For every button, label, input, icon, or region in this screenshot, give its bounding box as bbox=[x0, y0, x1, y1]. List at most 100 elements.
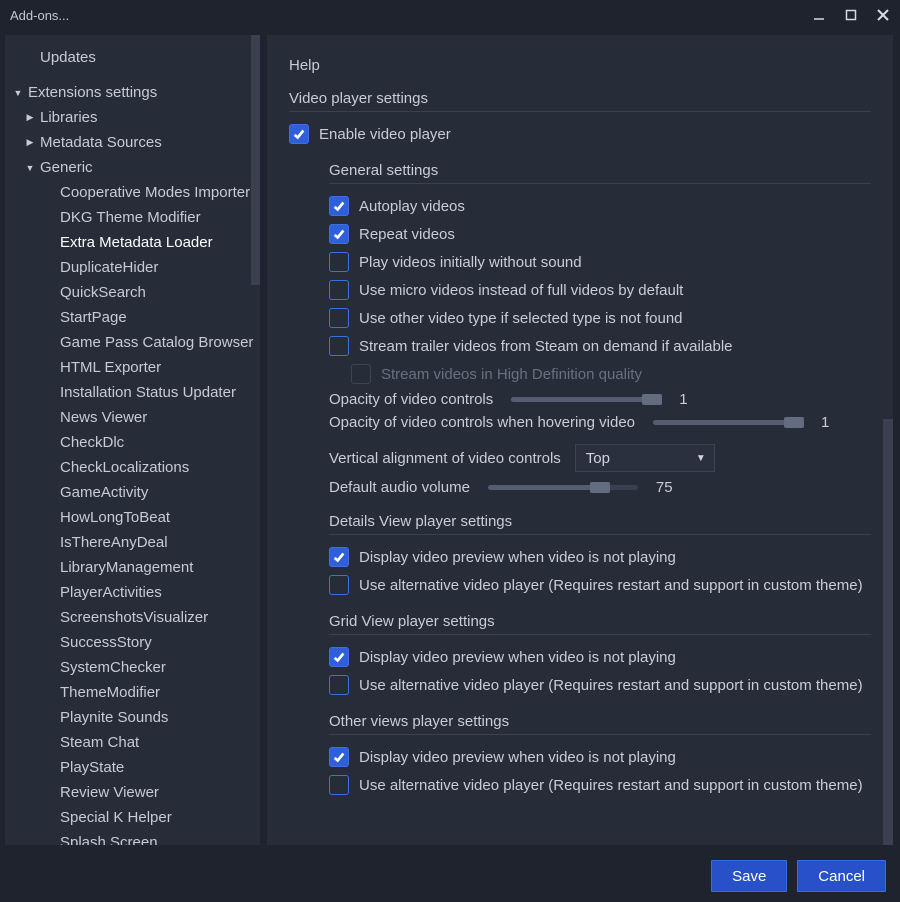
divider bbox=[289, 111, 871, 112]
slider-thumb[interactable] bbox=[590, 482, 610, 493]
checkbox-details-alt[interactable] bbox=[329, 575, 349, 595]
checkbox-autoplay[interactable] bbox=[329, 196, 349, 216]
row-stream-trailer: Stream trailer videos from Steam on dema… bbox=[329, 332, 871, 360]
row-default-volume: Default audio volume 75 bbox=[329, 476, 871, 499]
scrollbar-thumb[interactable] bbox=[883, 419, 893, 845]
sidebar-label: DuplicateHider bbox=[60, 259, 158, 276]
select-vertical-align[interactable]: Top ▼ bbox=[575, 444, 715, 472]
save-button[interactable]: Save bbox=[711, 860, 787, 892]
window-controls bbox=[810, 6, 892, 24]
close-button[interactable] bbox=[874, 6, 892, 24]
row-stream-hd: Stream videos in High Definition quality bbox=[329, 360, 871, 388]
sidebar-label: ScreenshotsVisualizer bbox=[60, 609, 208, 626]
row-other-type: Use other video type if selected type is… bbox=[329, 304, 871, 332]
sidebar-item-generic-child[interactable]: DuplicateHider bbox=[5, 255, 260, 280]
sidebar-item-generic-child[interactable]: QuickSearch bbox=[5, 280, 260, 305]
checkbox-micro-videos[interactable] bbox=[329, 280, 349, 300]
sidebar-item-generic-child[interactable]: CheckLocalizations bbox=[5, 455, 260, 480]
checkbox-other-type[interactable] bbox=[329, 308, 349, 328]
sidebar-item-generic-child[interactable]: HowLongToBeat bbox=[5, 505, 260, 530]
label-default-volume: Default audio volume bbox=[329, 479, 470, 496]
label-grid-preview: Display video preview when video is not … bbox=[359, 649, 676, 666]
sidebar-item-generic-child[interactable]: DKG Theme Modifier bbox=[5, 205, 260, 230]
window-title: Add-ons... bbox=[10, 8, 69, 23]
checkbox-grid-alt[interactable] bbox=[329, 675, 349, 695]
sidebar-label: HTML Exporter bbox=[60, 359, 161, 376]
sidebar-item-generic-child[interactable]: SystemChecker bbox=[5, 655, 260, 680]
section-other-views: Other views player settings bbox=[329, 713, 871, 730]
sidebar-label: ThemeModifier bbox=[60, 684, 160, 701]
maximize-button[interactable] bbox=[842, 6, 860, 24]
sidebar-label: GameActivity bbox=[60, 484, 148, 501]
label-autoplay: Autoplay videos bbox=[359, 198, 465, 215]
sidebar-item-generic-child[interactable]: News Viewer bbox=[5, 405, 260, 430]
sidebar-label: CheckDlc bbox=[60, 434, 124, 451]
slider-thumb[interactable] bbox=[784, 417, 804, 428]
label-details-preview: Display video preview when video is not … bbox=[359, 549, 676, 566]
sidebar-item-libraries[interactable]: ▶Libraries bbox=[5, 105, 260, 130]
sidebar-label: Special K Helper bbox=[60, 809, 172, 826]
checkbox-repeat[interactable] bbox=[329, 224, 349, 244]
slider-opacity[interactable] bbox=[511, 397, 661, 402]
sidebar-item-generic-child[interactable]: PlayerActivities bbox=[5, 580, 260, 605]
sidebar-item-generic-child[interactable]: ScreenshotsVisualizer bbox=[5, 605, 260, 630]
sidebar-item-generic-child[interactable]: SuccessStory bbox=[5, 630, 260, 655]
slider-thumb[interactable] bbox=[642, 394, 662, 405]
sidebar-item-metadata-sources[interactable]: ▶ Metadata Sources bbox=[5, 130, 260, 155]
sidebar-item-extensions-settings[interactable]: ▼Extensions settings bbox=[5, 80, 260, 105]
help-link[interactable]: Help bbox=[289, 57, 871, 74]
sidebar-item-generic-child[interactable]: ThemeModifier bbox=[5, 680, 260, 705]
scrollbar-thumb[interactable] bbox=[251, 35, 260, 285]
sidebar-item-generic-child[interactable]: LibraryManagement bbox=[5, 555, 260, 580]
sidebar-item-generic-child[interactable]: Splash Screen bbox=[5, 830, 260, 845]
checkbox-no-sound[interactable] bbox=[329, 252, 349, 272]
checkbox-enable-player[interactable] bbox=[289, 124, 309, 144]
sidebar: ▶Updates ▼Extensions settings ▶Libraries… bbox=[5, 35, 260, 845]
row-vertical-align: Vertical alignment of video controls Top… bbox=[329, 440, 871, 476]
footer: Save Cancel bbox=[0, 850, 900, 902]
main-scrollbar[interactable] bbox=[883, 419, 893, 845]
sidebar-item-generic-child[interactable]: Special K Helper bbox=[5, 805, 260, 830]
checkbox-grid-preview[interactable] bbox=[329, 647, 349, 667]
minimize-button[interactable] bbox=[810, 6, 828, 24]
sidebar-item-generic-child[interactable]: HTML Exporter bbox=[5, 355, 260, 380]
label-vertical-align: Vertical alignment of video controls bbox=[329, 450, 561, 467]
sidebar-item-generic-child[interactable]: PlayState bbox=[5, 755, 260, 780]
sidebar-item-generic-child[interactable]: Steam Chat bbox=[5, 730, 260, 755]
row-details-preview: Display video preview when video is not … bbox=[329, 543, 871, 571]
sidebar-item-generic-child[interactable]: Installation Status Updater bbox=[5, 380, 260, 405]
checkbox-details-preview[interactable] bbox=[329, 547, 349, 567]
sidebar-scrollbar[interactable] bbox=[251, 35, 260, 845]
sidebar-item-updates[interactable]: ▶Updates bbox=[5, 45, 260, 70]
sidebar-label: DKG Theme Modifier bbox=[60, 209, 201, 226]
checkbox-other-preview[interactable] bbox=[329, 747, 349, 767]
slider-opacity-hover[interactable] bbox=[653, 420, 803, 425]
sidebar-item-generic-child[interactable]: Review Viewer bbox=[5, 780, 260, 805]
sidebar-label: Splash Screen bbox=[60, 834, 158, 845]
sidebar-item-generic-child[interactable]: StartPage bbox=[5, 305, 260, 330]
sidebar-item-generic-child[interactable]: Game Pass Catalog Browser bbox=[5, 330, 260, 355]
section-grid-view: Grid View player settings bbox=[329, 613, 871, 630]
sidebar-item-generic-child[interactable]: IsThereAnyDeal bbox=[5, 530, 260, 555]
sidebar-item-generic-child[interactable]: CheckDlc bbox=[5, 430, 260, 455]
cancel-button[interactable]: Cancel bbox=[797, 860, 886, 892]
value-default-volume: 75 bbox=[656, 479, 682, 496]
label-repeat: Repeat videos bbox=[359, 226, 455, 243]
checkbox-other-alt[interactable] bbox=[329, 775, 349, 795]
sidebar-item-generic-child[interactable]: Cooperative Modes Importer bbox=[5, 180, 260, 205]
sidebar-item-generic-child[interactable]: GameActivity bbox=[5, 480, 260, 505]
sidebar-label: Metadata Sources bbox=[40, 134, 162, 151]
sidebar-item-generic-child[interactable]: Playnite Sounds bbox=[5, 705, 260, 730]
caret-right-icon: ▶ bbox=[25, 137, 35, 148]
slider-default-volume[interactable] bbox=[488, 485, 638, 490]
sidebar-item-generic-child[interactable]: Extra Metadata Loader bbox=[5, 230, 260, 255]
label-other-type: Use other video type if selected type is… bbox=[359, 310, 683, 327]
checkbox-stream-trailer[interactable] bbox=[329, 336, 349, 356]
sidebar-label: PlayerActivities bbox=[60, 584, 162, 601]
sidebar-label: CheckLocalizations bbox=[60, 459, 189, 476]
label-stream-trailer: Stream trailer videos from Steam on dema… bbox=[359, 338, 733, 355]
sidebar-item-generic[interactable]: ▼Generic bbox=[5, 155, 260, 180]
row-grid-preview: Display video preview when video is not … bbox=[329, 643, 871, 671]
row-micro-videos: Use micro videos instead of full videos … bbox=[329, 276, 871, 304]
select-value: Top bbox=[586, 450, 610, 467]
